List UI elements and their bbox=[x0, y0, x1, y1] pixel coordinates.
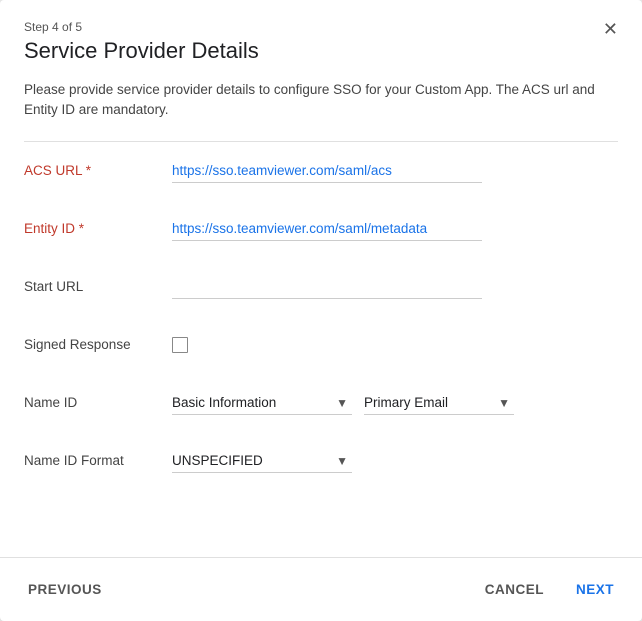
name-id-format-select[interactable]: UNSPECIFIED bbox=[172, 449, 352, 473]
dialog-description: Please provide service provider details … bbox=[0, 80, 642, 141]
signed-response-label: Signed Response bbox=[24, 337, 172, 352]
acs-url-input[interactable] bbox=[172, 159, 482, 183]
name-id-format-row: Name ID Format UNSPECIFIED ▼ bbox=[24, 442, 618, 480]
entity-id-label: Entity ID * bbox=[24, 221, 172, 236]
name-id-dropdowns: Basic Information ▼ Primary Email ▼ bbox=[172, 391, 514, 415]
close-button[interactable]: ✕ bbox=[599, 16, 622, 42]
step-label: Step 4 of 5 bbox=[24, 20, 618, 34]
name-id-dropdown-wrap: Basic Information ▼ bbox=[172, 391, 352, 415]
name-id-row: Name ID Basic Information ▼ Primary Emai… bbox=[24, 384, 618, 422]
signed-response-row: Signed Response bbox=[24, 326, 618, 364]
name-id-secondary-dropdown-wrap: Primary Email ▼ bbox=[364, 391, 514, 415]
start-url-label: Start URL bbox=[24, 279, 172, 294]
entity-id-row: Entity ID * bbox=[24, 210, 618, 248]
signed-response-checkbox[interactable] bbox=[172, 337, 188, 353]
entity-id-input-wrap bbox=[172, 217, 618, 241]
acs-url-label: ACS URL * bbox=[24, 163, 172, 178]
form-body: ACS URL * Entity ID * Start URL Signed R… bbox=[0, 142, 642, 558]
acs-url-row: ACS URL * bbox=[24, 152, 618, 190]
name-id-format-label: Name ID Format bbox=[24, 453, 172, 468]
acs-url-input-wrap bbox=[172, 159, 618, 183]
name-id-format-dropdown-wrap: UNSPECIFIED ▼ bbox=[172, 449, 352, 473]
name-id-select[interactable]: Basic Information bbox=[172, 391, 352, 415]
footer-right: CANCEL NEXT bbox=[481, 574, 618, 605]
name-id-secondary-select[interactable]: Primary Email bbox=[364, 391, 514, 415]
next-button[interactable]: NEXT bbox=[572, 574, 618, 605]
signed-response-checkbox-wrap bbox=[172, 337, 188, 353]
dialog-header: Step 4 of 5 Service Provider Details ✕ bbox=[0, 0, 642, 80]
start-url-input-wrap bbox=[172, 275, 618, 299]
entity-id-input[interactable] bbox=[172, 217, 482, 241]
start-url-input[interactable] bbox=[172, 275, 482, 299]
start-url-row: Start URL bbox=[24, 268, 618, 306]
dialog-title: Service Provider Details bbox=[24, 38, 618, 64]
dialog-footer: PREVIOUS CANCEL NEXT bbox=[0, 557, 642, 621]
previous-button[interactable]: PREVIOUS bbox=[24, 574, 106, 605]
cancel-button[interactable]: CANCEL bbox=[481, 574, 548, 605]
service-provider-dialog: Step 4 of 5 Service Provider Details ✕ P… bbox=[0, 0, 642, 621]
name-id-label: Name ID bbox=[24, 395, 172, 410]
